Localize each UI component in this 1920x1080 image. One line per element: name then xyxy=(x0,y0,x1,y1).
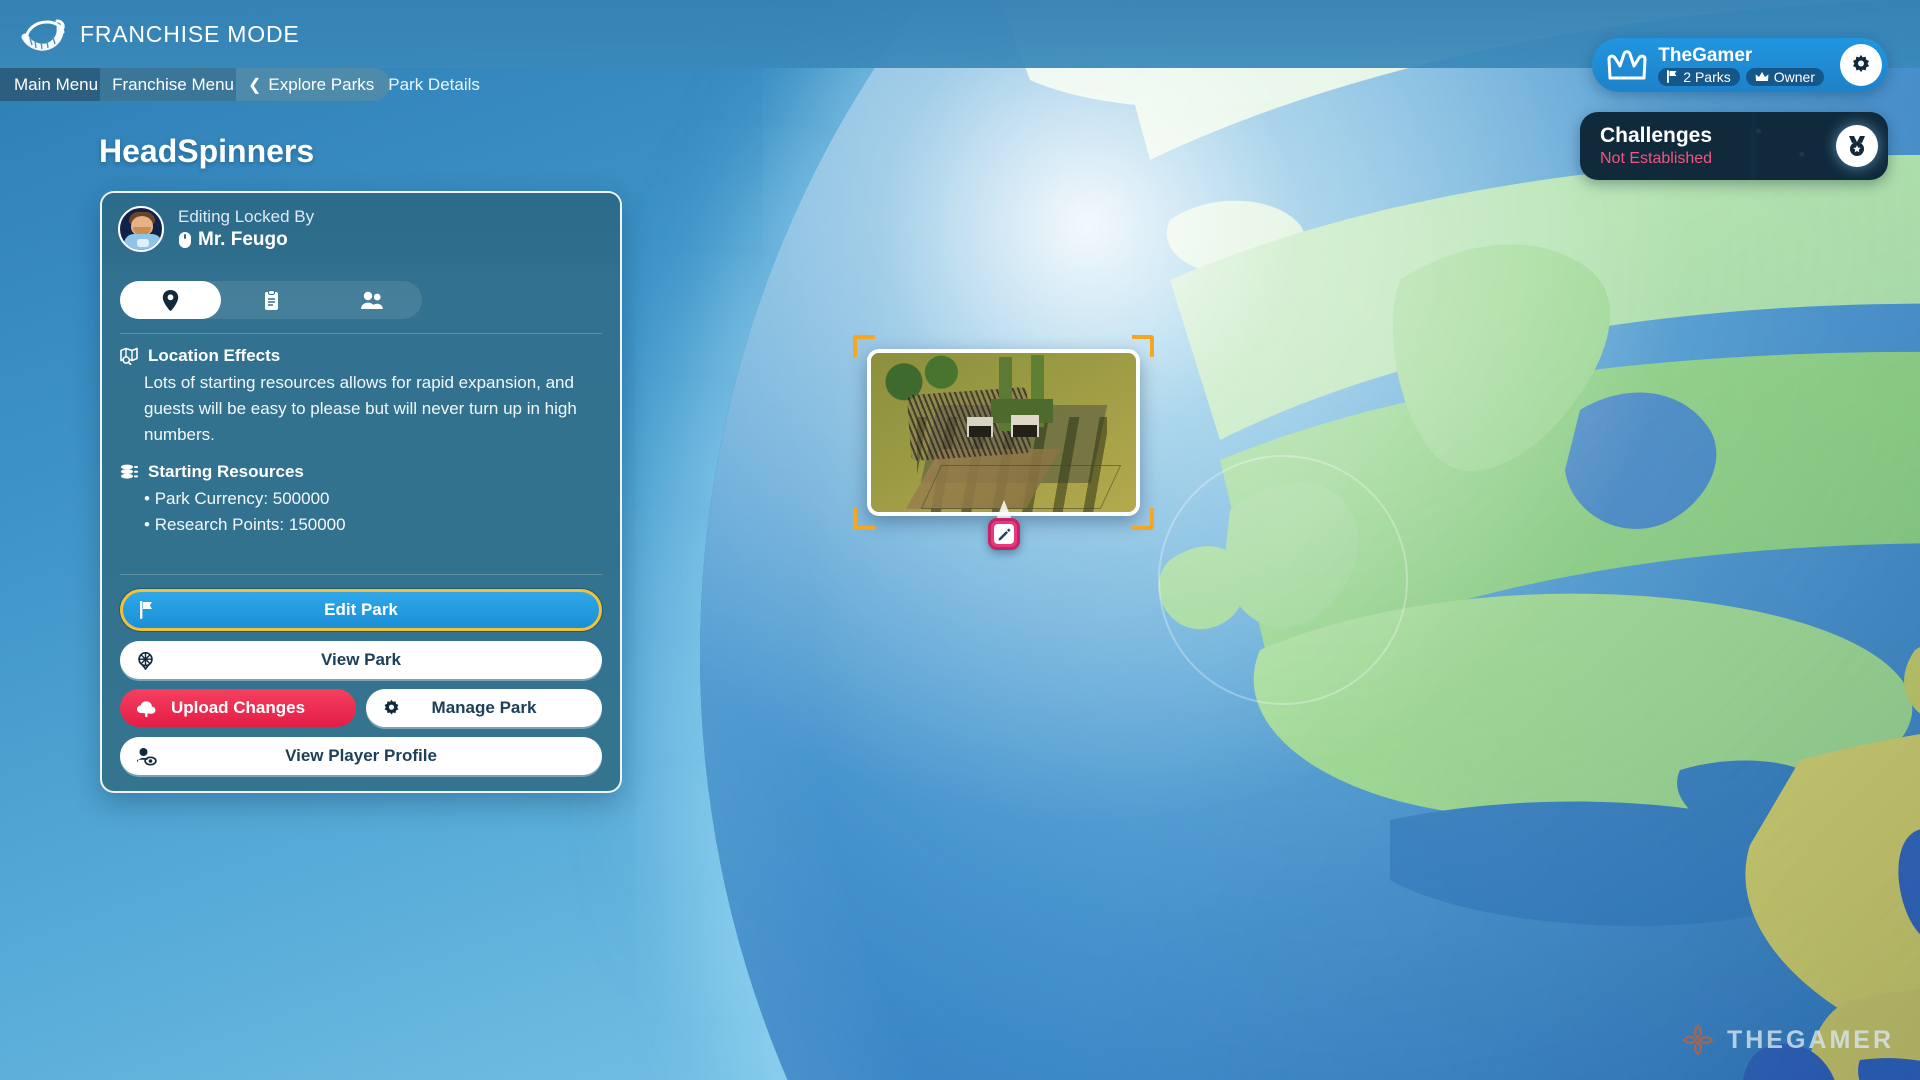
pencil-icon xyxy=(997,527,1011,541)
breadcrumb-label: Park Details xyxy=(388,74,480,94)
cloud-upload-icon xyxy=(136,700,157,717)
actions-divider xyxy=(120,574,602,575)
corner-bracket-icon xyxy=(1132,335,1154,357)
user-panel[interactable]: TheGamer 2 Parks Owner xyxy=(1592,38,1888,92)
lock-owner: Mr. Feugo xyxy=(178,228,314,252)
corner-bracket-icon xyxy=(1132,508,1154,530)
map-search-icon xyxy=(120,347,139,365)
panel-divider xyxy=(120,333,602,334)
challenges-status: Not Established xyxy=(1600,149,1713,167)
park-tabs xyxy=(120,281,422,319)
badge-role: Owner xyxy=(1745,67,1824,86)
badge-role-label: Owner xyxy=(1773,68,1815,85)
view-player-profile-button[interactable]: View Player Profile xyxy=(120,737,602,775)
flag-icon xyxy=(1667,70,1678,83)
resource-item: Park Currency: 500000 xyxy=(144,486,602,512)
rollercoaster-icon xyxy=(14,11,72,57)
flag-icon xyxy=(139,601,155,619)
park-thumbnail-card[interactable] xyxy=(853,335,1154,530)
chevron-left-icon: ❮ xyxy=(248,76,262,94)
park-map-marker[interactable] xyxy=(988,518,1020,550)
view-park-button[interactable]: View Park xyxy=(120,641,602,679)
view-park-label: View Park xyxy=(320,650,402,669)
starting-resources-list: Park Currency: 500000 Research Points: 1… xyxy=(120,486,602,538)
watermark: THEGAMER xyxy=(1680,1022,1894,1058)
breadcrumb-item-main-menu[interactable]: Main Menu xyxy=(0,68,115,101)
user-name: TheGamer xyxy=(1658,44,1753,66)
user-badges: 2 Parks Owner xyxy=(1658,67,1824,86)
corner-bracket-icon xyxy=(853,335,875,357)
corner-bracket-icon xyxy=(853,508,875,530)
crown-icon xyxy=(1606,47,1648,83)
breadcrumb-item-explore-parks[interactable]: ❮ Explore Parks xyxy=(236,68,391,101)
badge-parks: 2 Parks xyxy=(1658,67,1740,86)
breadcrumb-label: Franchise Menu xyxy=(112,74,234,94)
avatar xyxy=(118,206,164,252)
challenges-panel[interactable]: Challenges Not Established xyxy=(1580,112,1888,180)
park-details-panel: Editing Locked By Mr. Feugo Location Eff… xyxy=(100,191,622,793)
editing-lock-header: Editing Locked By Mr. Feugo xyxy=(102,193,620,265)
breadcrumb-label: Main Menu xyxy=(14,74,99,94)
park-aerial-screenshot xyxy=(871,353,1136,512)
medal-icon[interactable] xyxy=(1836,125,1878,167)
location-effects-title: Location Effects xyxy=(148,346,281,365)
location-effects-heading: Location Effects xyxy=(120,346,602,366)
person-eye-icon xyxy=(136,747,157,766)
crown-icon xyxy=(1755,71,1769,82)
settings-button[interactable] xyxy=(1840,44,1882,86)
challenges-title: Challenges xyxy=(1600,123,1713,147)
breadcrumb: Main Menu Franchise Menu ❮ Explore Parks… xyxy=(0,68,496,101)
thegamer-logo-icon xyxy=(1680,1022,1716,1058)
breadcrumb-label: Explore Parks xyxy=(268,74,375,94)
people-icon xyxy=(360,291,383,310)
location-effects-text: Lots of starting resources allows for ra… xyxy=(144,373,577,444)
coins-icon xyxy=(120,463,139,481)
starting-resources-heading: Starting Resources xyxy=(120,462,602,482)
mouse-icon xyxy=(178,231,192,249)
lock-owner-name: Mr. Feugo xyxy=(198,229,288,250)
upload-changes-button[interactable]: Upload Changes xyxy=(120,689,356,727)
tab-location[interactable] xyxy=(120,281,221,319)
gear-icon xyxy=(1850,54,1872,76)
manage-park-button[interactable]: Manage Park xyxy=(366,689,602,727)
edit-park-button[interactable]: Edit Park xyxy=(120,589,602,631)
map-pin-icon xyxy=(162,289,179,311)
resource-item: Research Points: 150000 xyxy=(144,512,602,538)
park-thumbnail-frame xyxy=(867,349,1140,516)
clipboard-icon xyxy=(263,289,280,311)
page-title: HeadSpinners xyxy=(99,133,315,169)
breadcrumb-item-franchise-menu[interactable]: Franchise Menu xyxy=(100,68,250,101)
marker-beam xyxy=(996,500,1012,520)
badge-parks-label: 2 Parks xyxy=(1683,68,1731,85)
breadcrumb-item-park-details: Park Details xyxy=(376,68,496,101)
edit-park-label: Edit Park xyxy=(324,600,398,619)
manage-park-label: Manage Park xyxy=(431,698,537,717)
view-player-profile-label: View Player Profile xyxy=(285,746,437,765)
ferris-wheel-icon xyxy=(136,651,155,670)
starting-resources-title: Starting Resources xyxy=(148,462,304,481)
watermark-text: THEGAMER xyxy=(1726,1025,1894,1054)
park-action-buttons: Edit Park View Park Upload Changes Manag… xyxy=(102,574,620,791)
tab-details[interactable] xyxy=(221,281,322,319)
app-title: FRANCHISE MODE xyxy=(80,20,300,47)
gear-icon xyxy=(382,699,401,718)
lock-label: Editing Locked By xyxy=(178,207,315,226)
tab-members[interactable] xyxy=(321,281,422,319)
